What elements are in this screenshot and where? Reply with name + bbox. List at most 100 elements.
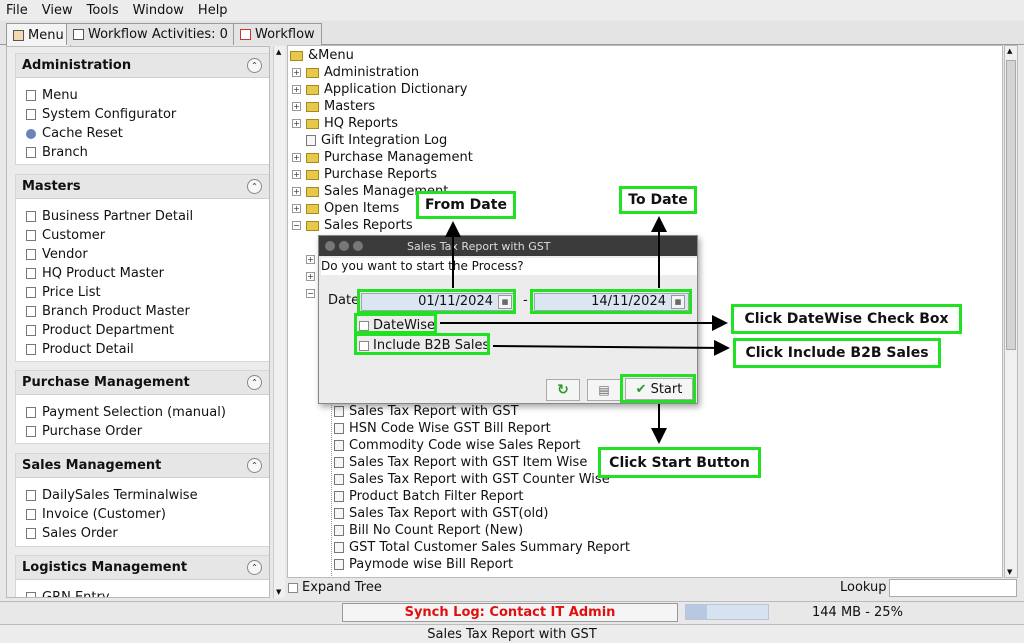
tree-root[interactable]: &Menu [290,47,354,64]
menu-tools[interactable]: Tools [87,3,119,18]
tree-leaf[interactable]: Sales Tax Report with GST(old) [334,505,548,522]
collapse-icon[interactable]: − [292,221,301,230]
sidebar-item-customer[interactable]: Customer [16,226,269,245]
tree-leaf[interactable]: GST Total Customer Sales Summary Report [334,539,630,556]
expand-icon[interactable]: + [292,68,301,77]
expand-icon[interactable]: + [306,272,315,281]
close-window-icon[interactable] [325,241,335,251]
expand-icon[interactable]: + [292,170,301,179]
expand-icon[interactable]: + [292,102,301,111]
scroll-down-icon[interactable]: ▼ [1007,568,1012,576]
panel-header[interactable]: Logistics Management ⌃ [16,556,269,580]
menu-window[interactable]: Window [133,3,184,18]
collapse-icon[interactable]: ⌃ [247,560,262,575]
tree-node[interactable]: Gift Integration Log [306,132,447,149]
tree-scrollbar[interactable]: ▲ ▼ [1004,45,1018,578]
sidebar-item-product-department[interactable]: Product Department [16,321,269,340]
panel-purchase-management: Purchase Management ⌃ Payment Selection … [15,370,269,444]
sidebar-item-purchase-order[interactable]: Purchase Order [16,422,269,441]
collapse-icon[interactable]: ⌃ [247,58,262,73]
sidebar-item-payment-selection[interactable]: Payment Selection (manual) [16,403,269,422]
menu-view[interactable]: View [42,3,73,18]
synch-log-button[interactable]: Synch Log: Contact IT Admin [342,603,678,622]
tree-node[interactable]: + [306,251,315,268]
collapse-icon[interactable]: ⌃ [247,458,262,473]
tree-node[interactable]: + [306,268,315,285]
scroll-up-icon[interactable]: ▲ [1007,47,1012,55]
sidebar-item-grn-entry[interactable]: GRN Entry [16,588,269,597]
collapse-icon[interactable]: − [306,289,315,298]
scroll-thumb[interactable] [1006,60,1016,350]
tree-node[interactable]: + Open Items [292,200,399,217]
sidebar-item-menu[interactable]: Menu [16,86,269,105]
tree-node[interactable]: + Purchase Management [292,149,473,166]
expand-icon[interactable]: + [306,255,315,264]
tree-node[interactable]: + Masters [292,98,375,115]
expand-icon[interactable]: + [292,187,301,196]
item-label: Payment Selection (manual) [42,405,226,420]
sidebar-item-dailysales-terminalwise[interactable]: DailySales Terminalwise [16,486,269,505]
panel-header[interactable]: Sales Management ⌃ [16,454,269,478]
tree-leaf[interactable]: Sales Tax Report with GST Item Wise [334,454,587,471]
refresh-button[interactable]: ↻ [546,379,580,401]
expand-icon[interactable]: + [292,204,301,213]
panel-header[interactable]: Purchase Management ⌃ [16,371,269,395]
minimize-window-icon[interactable] [339,241,349,251]
panel-header[interactable]: Masters ⌃ [16,175,269,199]
expand-icon[interactable]: + [292,153,301,162]
lookup-input[interactable] [889,579,1017,597]
tab-menu[interactable]: Menu [6,23,71,46]
tree-leaf[interactable]: Commodity Code wise Sales Report [334,437,581,454]
panel-administration: Administration ⌃ Menu System Configurato… [15,53,269,165]
print-button[interactable]: ▤ [587,379,621,401]
collapse-icon[interactable]: ⌃ [247,179,262,194]
tree-leaf[interactable]: Product Batch Filter Report [334,488,523,505]
scroll-up-icon[interactable]: ▲ [276,48,281,56]
tree-node[interactable]: + Purchase Reports [292,166,437,183]
tab-workflow-activities[interactable]: Workflow Activities: 0 [66,23,235,45]
doc-icon [334,559,344,570]
doc-icon [334,440,344,451]
dialog-titlebar[interactable]: Sales Tax Report with GST [319,236,697,256]
tree-leaf[interactable]: HSN Code Wise GST Bill Report [334,420,551,437]
tree-leaf[interactable]: Sales Tax Report with GST Counter Wise [334,471,610,488]
collapse-icon[interactable]: ⌃ [247,375,262,390]
tree-leaf[interactable]: Bill No Count Report (New) [334,522,523,539]
sidebar-item-hq-product-master[interactable]: HQ Product Master [16,264,269,283]
tab-workflow[interactable]: Workflow [233,23,322,45]
tree-node[interactable]: − [306,285,315,302]
sidebar-item-cache-reset[interactable]: Cache Reset [16,124,269,143]
tree-node[interactable]: − Sales Reports [292,217,413,234]
sidebar-item-vendor[interactable]: Vendor [16,245,269,264]
sidebar-item-product-detail[interactable]: Product Detail [16,340,269,359]
doc-icon [26,287,36,298]
sidebar-item-system-configurator[interactable]: System Configurator [16,105,269,124]
sidebar-item-price-list[interactable]: Price List [16,283,269,302]
item-label: Invoice (Customer) [42,507,166,522]
expand-icon[interactable]: + [292,85,301,94]
expand-tree-checkbox[interactable]: Expand Tree [288,580,382,595]
sidebar-scrollbar[interactable]: ▲ ▼ [273,46,285,598]
tree-node[interactable]: + Administration [292,64,419,81]
maximize-window-icon[interactable] [353,241,363,251]
panel-header[interactable]: Administration ⌃ [16,54,269,78]
tree-leaf[interactable]: Paymode wise Bill Report [334,556,513,573]
sidebar-item-sales-order[interactable]: Sales Order [16,524,269,543]
sidebar-item-business-partner-detail[interactable]: Business Partner Detail [16,207,269,226]
tree-node[interactable]: + HQ Reports [292,115,398,132]
sidebar-item-branch-product-master[interactable]: Branch Product Master [16,302,269,321]
scroll-down-icon[interactable]: ▼ [276,588,281,596]
sidebar-item-branch[interactable]: Branch [16,143,269,162]
menu-file[interactable]: File [6,3,28,18]
doc-icon [334,542,344,553]
sidebar-item-invoice-customer[interactable]: Invoice (Customer) [16,505,269,524]
tree-leaf[interactable]: Sales Tax Report with GST [334,403,519,420]
tree-node[interactable]: + Application Dictionary [292,81,467,98]
checkbox-icon[interactable] [288,582,298,593]
doc-icon [26,109,36,120]
expand-icon[interactable]: + [292,119,301,128]
menu-help[interactable]: Help [198,3,228,18]
refresh-icon: ↻ [557,382,569,398]
tree-node-label: Application Dictionary [324,82,468,97]
tree-node-label: Administration [324,65,420,80]
